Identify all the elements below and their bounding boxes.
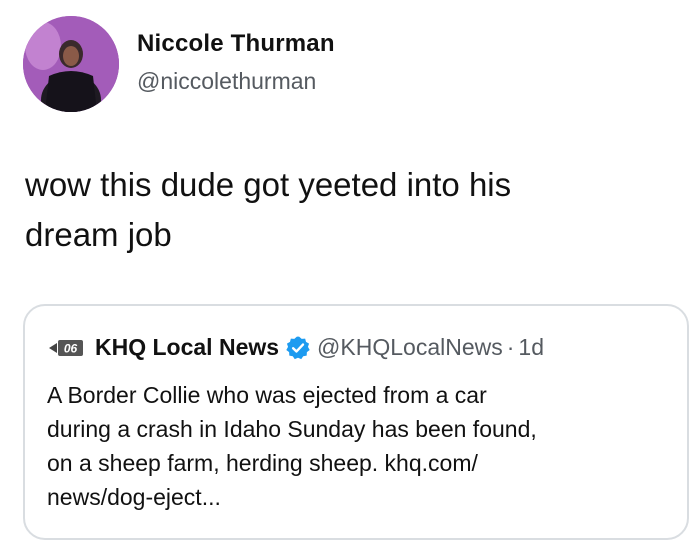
quoted-text-line: A Border Collie who was ejected from a c… — [47, 382, 487, 408]
verified-badge-icon — [286, 336, 310, 359]
timestamp[interactable]: 1d — [518, 334, 544, 361]
quoted-text-line: during a crash in Idaho Sunday has been … — [47, 416, 537, 442]
quoted-tweet[interactable]: 06 KHQ Local News @KHQLocalNews · 1d A B… — [23, 304, 689, 540]
khq-logo-text: 06 — [64, 341, 78, 355]
author-handle[interactable]: @niccolethurman — [137, 68, 316, 95]
tweet: Niccole Thurman @niccolethurman wow this… — [0, 0, 700, 553]
separator-dot: · — [506, 334, 515, 360]
quoted-author-name[interactable]: KHQ Local News — [95, 334, 279, 361]
quoted-tweet-header: 06 KHQ Local News @KHQLocalNews · 1d — [47, 334, 544, 361]
avatar[interactable] — [23, 16, 119, 112]
tweet-text-line: dream job — [25, 216, 172, 253]
author-name[interactable]: Niccole Thurman — [137, 30, 335, 58]
quoted-tweet-text: A Border Collie who was ejected from a c… — [47, 378, 667, 514]
quoted-author-handle[interactable]: @KHQLocalNews — [317, 334, 503, 361]
tweet-text: wow this dude got yeeted into his dream … — [25, 160, 645, 260]
quoted-text-line: news/dog-eject... — [47, 484, 221, 510]
tweet-text-line: wow this dude got yeeted into his — [25, 166, 512, 203]
khq-logo-icon: 06 — [49, 339, 83, 356]
quoted-text-line: on a sheep farm, herding sheep. khq.com/ — [47, 450, 478, 476]
